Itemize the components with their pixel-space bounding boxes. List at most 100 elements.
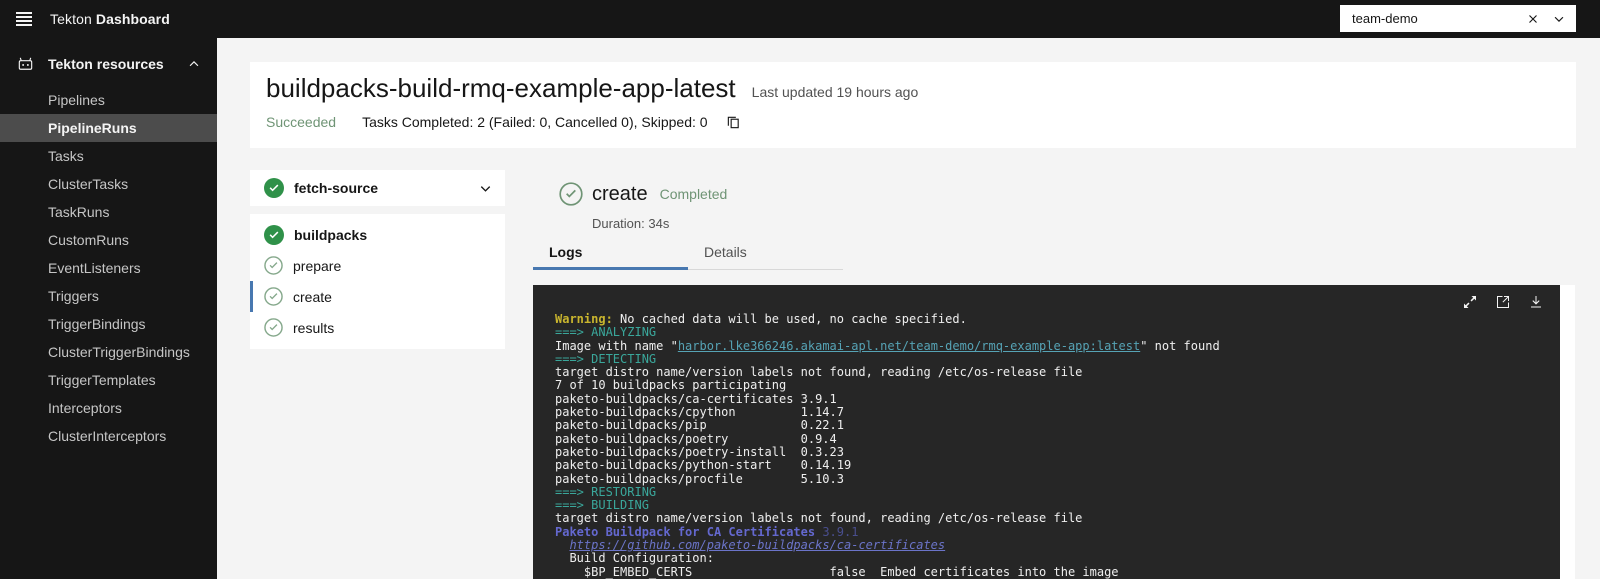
log-text: ===> DETECTING [555,352,656,366]
log-line: target distro name/version labels not fo… [555,366,1560,379]
log-text: No cached data will be used, no cache sp… [613,312,967,326]
pipelinerun-header-card: buildpacks-build-rmq-example-app-latest … [250,62,1576,148]
sidebar-item-triggers[interactable]: Triggers [0,282,217,310]
task-tree: fetch-source buildpacks prepare create res… [250,170,505,349]
log-text: ===> RESTORING [555,485,656,499]
step-list: prepare create results [250,250,505,343]
log-text: paketo-buildpacks/ca-certificates 3.9.1 [555,392,837,406]
check-circle-outline-icon [264,287,283,306]
log-scrollbar-track[interactable] [1560,285,1575,579]
task-name: buildpacks [294,227,367,243]
sidebar-section-tekton-resources[interactable]: Tekton resources [0,46,217,82]
log-line: Warning: No cached data will be used, no… [555,313,1560,326]
sidebar-item-clusterinterceptors[interactable]: ClusterInterceptors [0,422,217,450]
step-name: create [592,183,648,206]
step-detail-header: create Completed [533,182,727,206]
check-circle-outline-icon [264,318,283,337]
launch-icon[interactable] [1495,294,1511,310]
chevron-down-icon [478,181,493,196]
log-viewer: Warning: No cached data will be used, no… [533,285,1575,579]
log-text: ===> ANALYZING [555,325,656,339]
chevron-down-icon[interactable] [1552,12,1566,26]
sidebar-item-customruns[interactable]: CustomRuns [0,226,217,254]
status-badge: Succeeded [266,114,336,130]
sidebar-item-pipelines[interactable]: Pipelines [0,86,217,114]
log-line: ===> ANALYZING [555,326,1560,339]
sidebar-items: PipelinesPipelineRunsTasksClusterTasksTa… [0,86,217,450]
sidebar: Tekton resources PipelinesPipelineRunsTa… [0,38,217,579]
step-item-prepare[interactable]: prepare [250,250,505,281]
last-updated-label: Last updated 19 hours ago [752,84,919,100]
step-item-create[interactable]: create [250,281,505,312]
log-text: 7 of 10 buildpacks participating [555,378,786,392]
chevron-up-icon [187,57,201,71]
step-label: create [293,289,332,305]
top-bar: Tekton Dashboard team-demo [0,0,1600,38]
step-item-results[interactable]: results [250,312,505,343]
download-icon[interactable] [1528,294,1544,310]
log-text: target distro name/version labels not fo… [555,365,1082,379]
sidebar-item-triggertemplates[interactable]: TriggerTemplates [0,366,217,394]
log-link[interactable]: harbor.lke366246.akamai-apl.net/team-dem… [678,339,1140,353]
log-text: Build Configuration: [555,551,714,565]
sidebar-item-clustertriggerbindings[interactable]: ClusterTriggerBindings [0,338,217,366]
log-line: Image with name "harbor.lke366246.akamai… [555,340,1560,353]
task-name: fetch-source [294,180,378,196]
tasks-summary: Tasks Completed: 2 (Failed: 0, Cancelled… [362,114,708,130]
log-text: paketo-buildpacks/pip 0.22.1 [555,418,844,432]
log-line: Paketo Buildpack for CA Certificates 3.9… [555,526,1560,539]
check-circle-filled-icon [264,178,284,198]
robot-icon [16,55,35,74]
log-text: paketo-buildpacks/cpython 1.14.7 [555,405,844,419]
sidebar-item-triggerbindings[interactable]: TriggerBindings [0,310,217,338]
log-line: ===> RESTORING [555,486,1560,499]
page-title: buildpacks-build-rmq-example-app-latest [266,72,736,104]
log-content: Warning: No cached data will be used, no… [555,313,1560,579]
log-text: ===> BUILDING [555,498,649,512]
step-label: prepare [293,258,341,274]
log-text: Paketo Buildpack for CA Certificates [555,525,815,539]
task-item-fetch-source[interactable]: fetch-source [250,170,505,206]
log-text: " not found [1140,339,1219,353]
tab-details[interactable]: Details [688,240,843,270]
sidebar-item-taskruns[interactable]: TaskRuns [0,198,217,226]
log-line: ===> BUILDING [555,499,1560,512]
log-line: target distro name/version labels not fo… [555,512,1560,525]
sidebar-section-label: Tekton resources [48,56,164,72]
step-status: Completed [660,186,728,202]
sidebar-item-eventlisteners[interactable]: EventListeners [0,254,217,282]
log-link[interactable]: https://github.com/paketo-buildpacks/ca-… [569,538,945,552]
log-line: https://github.com/paketo-buildpacks/ca-… [555,539,1560,552]
sidebar-item-clustertasks[interactable]: ClusterTasks [0,170,217,198]
log-panel: Warning: No cached data will be used, no… [533,285,1560,579]
namespace-selector[interactable]: team-demo [1340,5,1576,32]
task-item-buildpacks: buildpacks prepare create results [250,214,505,349]
step-label: results [293,320,334,336]
maximize-icon[interactable] [1462,294,1478,310]
log-line: Build Configuration: [555,552,1560,565]
sidebar-item-pipelineruns[interactable]: PipelineRuns [0,114,217,142]
step-detail-tabs: Logs Details [533,240,843,270]
log-text: paketo-buildpacks/poetry 0.9.4 [555,432,837,446]
log-line: paketo-buildpacks/poetry 0.9.4 [555,433,1560,446]
log-line: paketo-buildpacks/python-start 0.14.19 [555,459,1560,472]
log-toolbar [1462,294,1544,310]
check-circle-outline-icon [264,256,283,275]
sidebar-item-tasks[interactable]: Tasks [0,142,217,170]
log-text: paketo-buildpacks/procfile 5.10.3 [555,472,844,486]
task-header-buildpacks[interactable]: buildpacks [250,219,505,250]
log-text: Warning: [555,312,613,326]
log-text: paketo-buildpacks/python-start 0.14.19 [555,458,851,472]
sidebar-item-interceptors[interactable]: Interceptors [0,394,217,422]
log-text [555,538,569,552]
log-text: $BP_EMBED_CERTS false Embed certificates… [555,565,1119,579]
app-title: Tekton Dashboard [50,11,170,27]
log-line: paketo-buildpacks/pip 0.22.1 [555,419,1560,432]
log-text: Image with name " [555,339,678,353]
copy-icon[interactable] [726,115,741,130]
close-icon[interactable] [1526,12,1540,26]
menu-icon[interactable] [0,0,48,38]
log-text: paketo-buildpacks/poetry-install 0.3.23 [555,445,844,459]
tab-logs[interactable]: Logs [533,240,688,270]
log-text: 3.9.1 [815,525,858,539]
